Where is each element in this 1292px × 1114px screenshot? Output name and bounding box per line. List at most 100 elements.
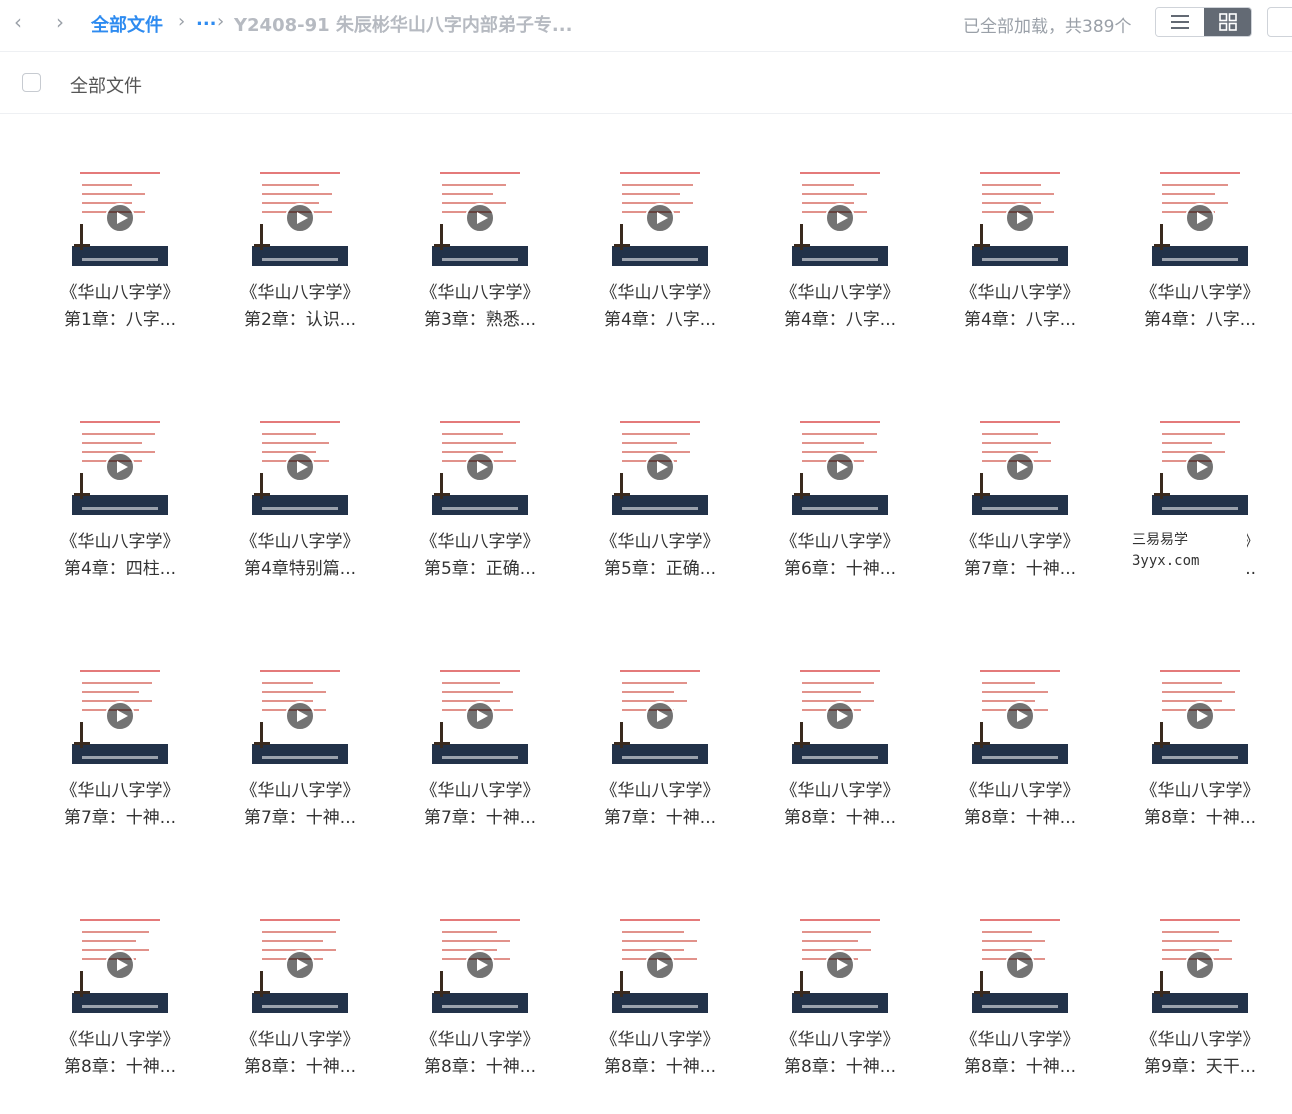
play-icon[interactable] xyxy=(465,701,495,731)
breadcrumb-root[interactable]: 全部文件 xyxy=(91,11,163,37)
file-name-line1[interactable]: 《华山八字学》 xyxy=(240,1025,360,1050)
file-name-line1[interactable]: 《华山八字学》 xyxy=(240,527,360,552)
play-icon[interactable] xyxy=(1185,701,1215,731)
chevron-right-icon[interactable]: › xyxy=(50,10,70,34)
file-name-line1[interactable]: 《华山八字学》 xyxy=(1140,278,1260,303)
play-icon[interactable] xyxy=(1185,950,1215,980)
file-tile[interactable]: 《华山八字学》 第8章：十神... xyxy=(1140,668,1292,838)
file-tile[interactable]: 《华山八字学》 第1章：八字... xyxy=(60,170,230,340)
video-thumbnail[interactable] xyxy=(972,419,1068,515)
file-name-line2[interactable]: 第4章：八字... xyxy=(1140,305,1260,330)
file-tile[interactable]: 《华山八字学》 第4章：八字... xyxy=(1140,170,1292,340)
select-all-checkbox[interactable] xyxy=(22,73,41,92)
video-thumbnail[interactable] xyxy=(1152,917,1248,1013)
file-name-line1[interactable]: 《华山八字学》 xyxy=(420,1025,540,1050)
video-thumbnail[interactable] xyxy=(792,419,888,515)
file-name-line1[interactable]: 《华山八字学》 xyxy=(780,776,900,801)
file-name-line1[interactable]: 《华山八字学》 xyxy=(600,278,720,303)
video-thumbnail[interactable] xyxy=(72,419,168,515)
file-name-line1[interactable]: 《华山八字学》 xyxy=(60,1025,180,1050)
play-icon[interactable] xyxy=(1185,452,1215,482)
file-name-line2[interactable]: 第1章：八字... xyxy=(60,305,180,330)
file-name-line1[interactable]: 《华山八字学》 xyxy=(600,1025,720,1050)
video-thumbnail[interactable] xyxy=(612,917,708,1013)
file-name-line2[interactable]: 第5章：正确... xyxy=(600,554,720,579)
play-icon[interactable] xyxy=(105,452,135,482)
file-name-line1[interactable]: 《华山八字学》 xyxy=(240,278,360,303)
file-name-line1[interactable]: 《华山八字学》 xyxy=(780,527,900,552)
file-name-line2[interactable]: 第4章：八字... xyxy=(780,305,900,330)
play-icon[interactable] xyxy=(825,203,855,233)
file-tile[interactable]: 《华山八字学》 第2章：认识... xyxy=(240,170,410,340)
file-tile[interactable]: 《华山八字学》 第8章：十神... xyxy=(60,917,230,1087)
play-icon[interactable] xyxy=(285,203,315,233)
video-thumbnail[interactable] xyxy=(432,419,528,515)
file-name-line2[interactable]: 第4章：八字... xyxy=(960,305,1080,330)
file-name-line2[interactable]: 第5章：正确... xyxy=(420,554,540,579)
video-thumbnail[interactable] xyxy=(612,419,708,515)
play-icon[interactable] xyxy=(825,701,855,731)
file-name-line1[interactable]: 《华山八字学》 xyxy=(600,776,720,801)
play-icon[interactable] xyxy=(105,950,135,980)
file-tile[interactable]: 《华山八字学》 第5章：正确... xyxy=(420,419,590,589)
play-icon[interactable] xyxy=(1005,701,1035,731)
video-thumbnail[interactable] xyxy=(972,170,1068,266)
file-tile[interactable]: 《华山八字学》 第9章：天干... xyxy=(1140,917,1292,1087)
file-tile[interactable]: 《华山八字学》第7章：十神... xyxy=(240,668,410,838)
play-icon[interactable] xyxy=(645,203,675,233)
play-icon[interactable] xyxy=(1005,452,1035,482)
video-thumbnail[interactable] xyxy=(972,668,1068,764)
file-name-line2[interactable]: 第8章：十神... xyxy=(60,1052,180,1077)
file-name-line2[interactable]: 第7章：十神... xyxy=(600,803,720,828)
video-thumbnail[interactable] xyxy=(432,170,528,266)
play-icon[interactable] xyxy=(465,203,495,233)
play-icon[interactable] xyxy=(1005,203,1035,233)
video-thumbnail[interactable] xyxy=(252,419,348,515)
video-thumbnail[interactable] xyxy=(432,917,528,1013)
file-name-line2[interactable]: 第8章：十神... xyxy=(780,1052,900,1077)
file-tile[interactable]: 《华山八字学》 第4章：八字... xyxy=(780,170,950,340)
video-thumbnail[interactable] xyxy=(252,917,348,1013)
file-tile[interactable]: 《华山八字学》 第4章：八字... xyxy=(600,170,770,340)
file-name-line2[interactable]: 第8章：十神... xyxy=(600,1052,720,1077)
file-name-line2[interactable]: 第3章：熟悉... xyxy=(420,305,540,330)
file-name-line2[interactable]: 第8章：十神... xyxy=(960,1052,1080,1077)
file-name-line1[interactable]: 《华山八字学》 xyxy=(1140,776,1260,801)
file-name-line1[interactable]: 《华山八字学》 xyxy=(1140,1025,1260,1050)
file-tile[interactable]: 《华山八字学》 第8章：十神... xyxy=(960,917,1130,1087)
play-icon[interactable] xyxy=(465,950,495,980)
file-tile[interactable]: 《华山八字学》 第4章特别篇... xyxy=(240,419,410,589)
play-icon[interactable] xyxy=(105,701,135,731)
file-name-line2[interactable]: 第7章：十神... xyxy=(240,803,360,828)
video-thumbnail[interactable] xyxy=(252,170,348,266)
file-name-line1[interactable]: 《华山八字学》 xyxy=(600,527,720,552)
file-name-line2[interactable]: 第8章：十神... xyxy=(960,803,1080,828)
file-tile[interactable]: 《华山八字学》 第8章：十神... xyxy=(780,917,950,1087)
video-thumbnail[interactable] xyxy=(792,668,888,764)
file-name-line1[interactable]: 《华山八字学》 xyxy=(780,278,900,303)
file-name-line2[interactable]: 第9章：天干... xyxy=(1140,1052,1260,1077)
video-thumbnail[interactable] xyxy=(612,668,708,764)
file-tile[interactable]: 《华山八字学》 第8章：十神... xyxy=(780,668,950,838)
file-tile[interactable]: 《华山八字学》第7章：十神... xyxy=(600,668,770,838)
file-name-line1[interactable]: 《华山八字学》 xyxy=(420,278,540,303)
file-tile[interactable]: 《华山八字学》 第8章：十神... xyxy=(240,917,410,1087)
file-name-line1[interactable]: 《华山八字学》 xyxy=(60,776,180,801)
video-thumbnail[interactable] xyxy=(252,668,348,764)
file-name-line2[interactable]: 第4章：四柱... xyxy=(60,554,180,579)
file-name-line1[interactable]: 《华山八字学》 xyxy=(240,776,360,801)
file-name-line1[interactable]: 《华山八字学》 xyxy=(960,1025,1080,1050)
file-name-line1[interactable]: 《华山八字学》 xyxy=(780,1025,900,1050)
video-thumbnail[interactable] xyxy=(792,917,888,1013)
file-name-line2[interactable]: 第7章：十神... xyxy=(60,803,180,828)
file-tile[interactable]: 《华山八字学》 第6章：十神... xyxy=(780,419,950,589)
play-icon[interactable] xyxy=(825,452,855,482)
file-name-line2[interactable]: 第4章特别篇... xyxy=(240,554,360,579)
video-thumbnail[interactable] xyxy=(72,917,168,1013)
file-name-line1[interactable]: 《华山八字学》 xyxy=(60,278,180,303)
play-icon[interactable] xyxy=(285,950,315,980)
file-tile[interactable]: 《华山八字学》第7章：十神... xyxy=(60,668,230,838)
file-name-line2[interactable]: 第4章：八字... xyxy=(600,305,720,330)
video-thumbnail[interactable] xyxy=(1152,419,1248,515)
file-name-line2[interactable]: 第7章：十神... xyxy=(420,803,540,828)
